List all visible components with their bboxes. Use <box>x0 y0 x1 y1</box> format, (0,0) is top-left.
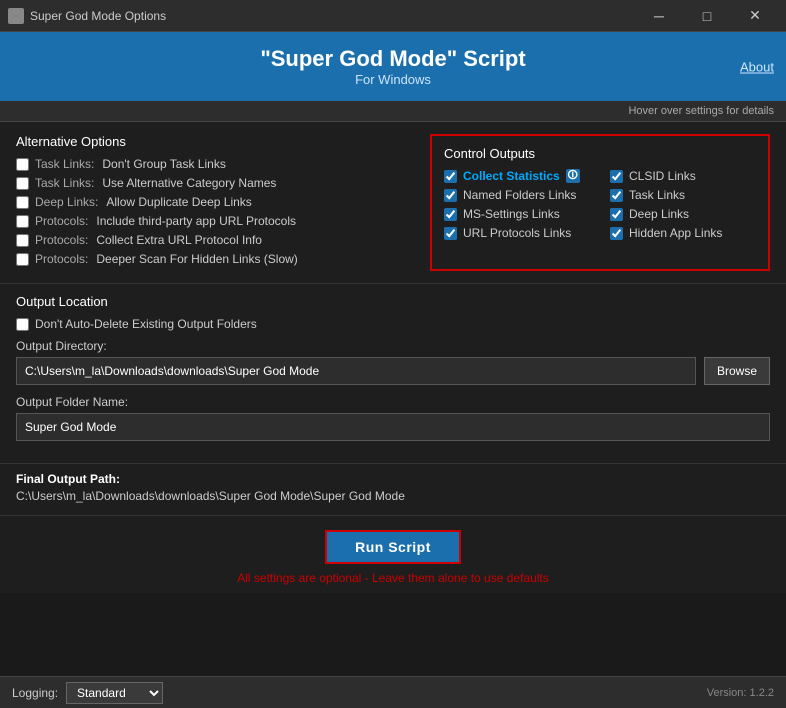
co-deep-links-checkbox[interactable] <box>610 208 623 221</box>
final-path-section: Final Output Path: C:\Users\m_la\Downloa… <box>0 463 786 515</box>
alt-item-val: Allow Duplicate Deep Links <box>106 195 251 209</box>
final-path-label: Final Output Path: <box>16 472 770 486</box>
co-hidden-app-label: Hidden App Links <box>629 226 722 240</box>
co-url-protocols-label: URL Protocols Links <box>463 226 571 240</box>
co-ms-settings-checkbox[interactable] <box>444 208 457 221</box>
alt-item-key: Protocols: <box>35 252 88 266</box>
co-hidden-app-checkbox[interactable] <box>610 227 623 240</box>
alt-proto2-checkbox[interactable] <box>16 234 29 247</box>
list-item: Protocols: Include third-party app URL P… <box>16 214 418 228</box>
list-item: Deep Links: Allow Duplicate Deep Links <box>16 195 418 209</box>
alt-item-key: Deep Links: <box>35 195 98 209</box>
co-clsid-label: CLSID Links <box>629 169 696 183</box>
co-task-links-checkbox[interactable] <box>610 189 623 202</box>
alt-item-val: Deeper Scan For Hidden Links (Slow) <box>96 252 297 266</box>
alt-tasklnk1-checkbox[interactable] <box>16 158 29 171</box>
optional-hint: All settings are optional - Leave them a… <box>16 571 770 585</box>
alt-proto3-checkbox[interactable] <box>16 253 29 266</box>
list-item: Task Links <box>610 188 756 202</box>
co-task-links-label: Task Links <box>629 188 685 202</box>
close-button[interactable]: ✕ <box>732 0 778 32</box>
about-link[interactable]: About <box>740 59 774 74</box>
title-bar-controls: ─ □ ✕ <box>636 0 778 32</box>
no-delete-row: Don't Auto-Delete Existing Output Folder… <box>16 317 770 331</box>
list-item: MS-Settings Links <box>444 207 590 221</box>
co-clsid-checkbox[interactable] <box>610 170 623 183</box>
collect-stats-label: Collect Statistics <box>463 169 560 183</box>
list-item: CLSID Links <box>610 169 756 183</box>
list-item: Protocols: Deeper Scan For Hidden Links … <box>16 252 418 266</box>
alt-options-title: Alternative Options <box>16 134 418 149</box>
title-bar: Super God Mode Options ─ □ ✕ <box>0 0 786 32</box>
alt-item-val: Include third-party app URL Protocols <box>96 214 296 228</box>
status-bar: Logging: Standard Verbose Minimal Versio… <box>0 676 786 708</box>
maximize-button[interactable]: □ <box>684 0 730 32</box>
list-item: Collect Statistics 🛈 <box>444 169 590 183</box>
list-item: URL Protocols Links <box>444 226 590 240</box>
version-text: Version: 1.2.2 <box>707 687 774 699</box>
alt-options-section: Alternative Options Task Links: Don't Gr… <box>16 134 418 271</box>
logging-row: Logging: Standard Verbose Minimal <box>12 682 163 704</box>
no-delete-checkbox[interactable] <box>16 318 29 331</box>
logging-select[interactable]: Standard Verbose Minimal <box>66 682 163 704</box>
title-bar-text: Super God Mode Options <box>30 9 636 23</box>
co-collect-stats-checkbox[interactable] <box>444 170 457 183</box>
info-icon[interactable]: 🛈 <box>566 169 580 183</box>
dir-input[interactable] <box>16 357 696 385</box>
control-outputs-title: Control Outputs <box>444 146 756 161</box>
minimize-button[interactable]: ─ <box>636 0 682 32</box>
alt-item-key: Task Links: <box>35 176 94 190</box>
co-named-folders-label: Named Folders Links <box>463 188 576 202</box>
alt-item-key: Task Links: <box>35 157 94 171</box>
co-ms-settings-label: MS-Settings Links <box>463 207 560 221</box>
list-item: Deep Links <box>610 207 756 221</box>
main-options-area: Alternative Options Task Links: Don't Gr… <box>0 122 786 283</box>
alt-item-val: Don't Group Task Links <box>102 157 225 171</box>
browse-button[interactable]: Browse <box>704 357 770 385</box>
co-url-protocols-checkbox[interactable] <box>444 227 457 240</box>
no-delete-label: Don't Auto-Delete Existing Output Folder… <box>35 317 257 331</box>
folder-input[interactable] <box>16 413 770 441</box>
dir-row: Browse <box>16 357 770 385</box>
app-icon <box>8 8 24 24</box>
alt-item-val: Collect Extra URL Protocol Info <box>96 233 262 247</box>
hover-hint: Hover over settings for details <box>0 101 786 122</box>
list-item: Task Links: Don't Group Task Links <box>16 157 418 171</box>
folder-label: Output Folder Name: <box>16 395 770 409</box>
final-path-value: C:\Users\m_la\Downloads\downloads\Super … <box>16 489 770 503</box>
output-location-section: Output Location Don't Auto-Delete Existi… <box>0 283 786 463</box>
folder-row <box>16 413 770 441</box>
alt-item-val: Use Alternative Category Names <box>102 176 276 190</box>
control-outputs-section: Control Outputs Collect Statistics 🛈 CLS… <box>430 134 770 271</box>
dir-label: Output Directory: <box>16 339 770 353</box>
list-item: Task Links: Use Alternative Category Nam… <box>16 176 418 190</box>
control-outputs-grid: Collect Statistics 🛈 CLSID Links Named F… <box>444 169 756 240</box>
co-deep-links-label: Deep Links <box>629 207 689 221</box>
co-named-folders-checkbox[interactable] <box>444 189 457 202</box>
list-item: Hidden App Links <box>610 226 756 240</box>
header-title: "Super God Mode" Script <box>20 46 766 72</box>
run-section: Run Script All settings are optional - L… <box>0 515 786 593</box>
logging-label: Logging: <box>12 686 58 700</box>
run-script-button[interactable]: Run Script <box>325 530 461 564</box>
list-item: Named Folders Links <box>444 188 590 202</box>
header-subtitle: For Windows <box>20 72 766 87</box>
alt-tasklnk2-checkbox[interactable] <box>16 177 29 190</box>
list-item: Protocols: Collect Extra URL Protocol In… <box>16 233 418 247</box>
alt-deeplnk-checkbox[interactable] <box>16 196 29 209</box>
output-location-title: Output Location <box>16 294 770 309</box>
alt-item-key: Protocols: <box>35 233 88 247</box>
alt-proto1-checkbox[interactable] <box>16 215 29 228</box>
alt-item-key: Protocols: <box>35 214 88 228</box>
header: "Super God Mode" Script For Windows Abou… <box>0 32 786 101</box>
